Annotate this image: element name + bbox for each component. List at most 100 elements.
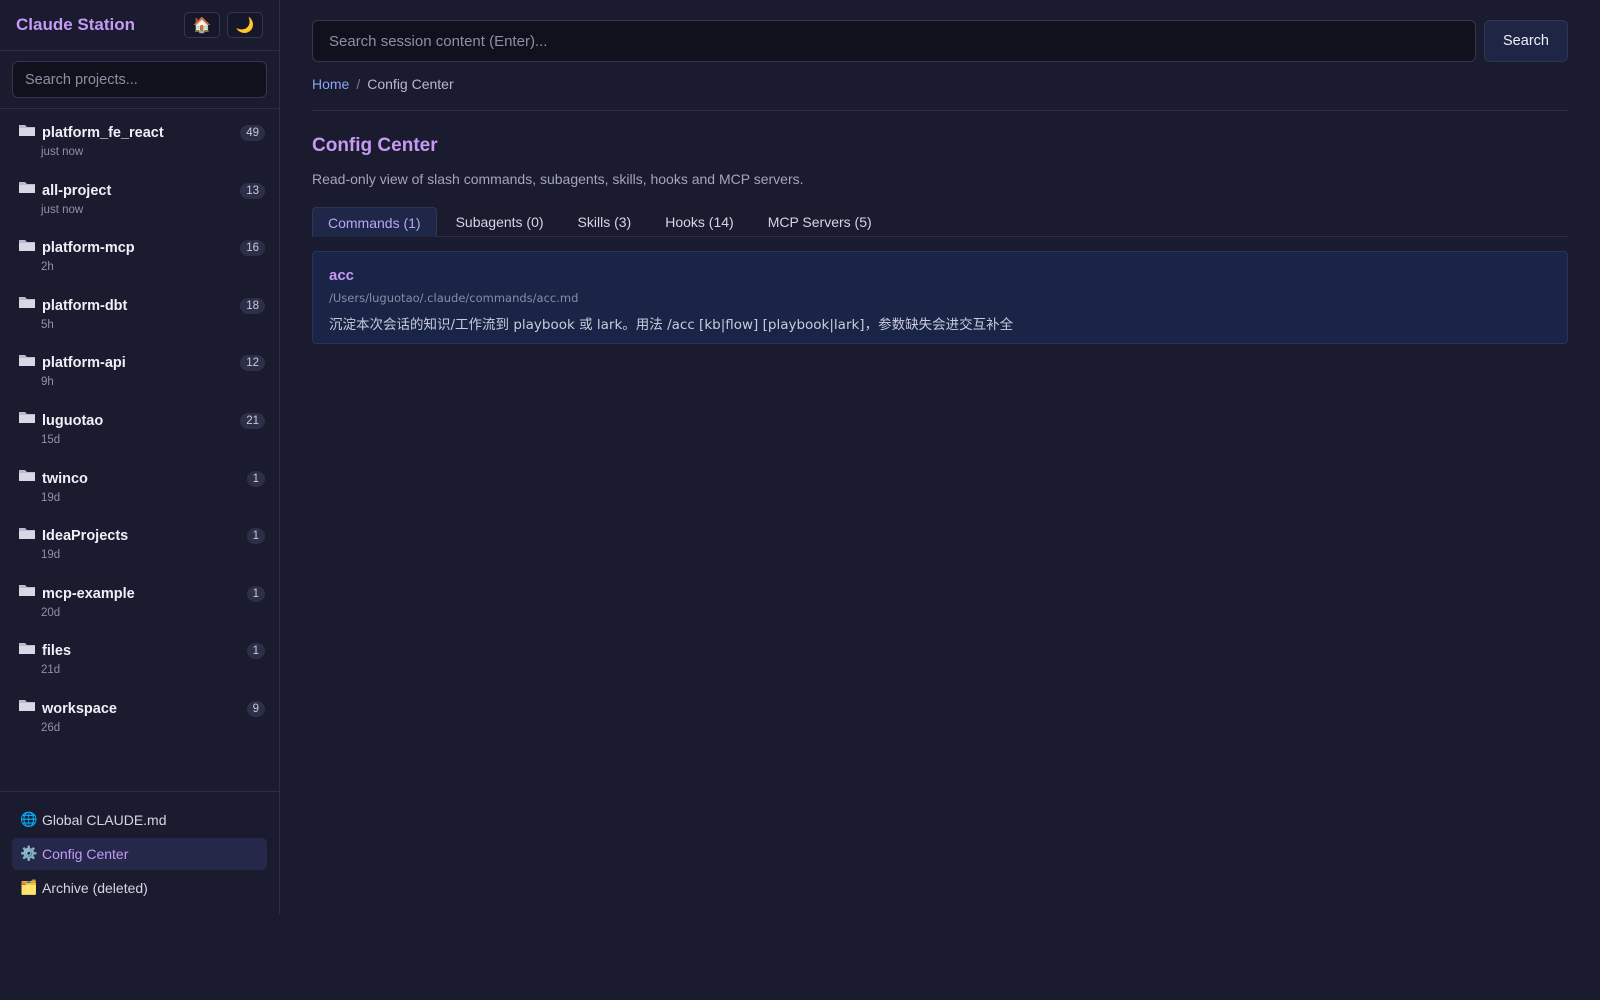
project-session-count: 18 [240,297,265,314]
project-row: twinco 1 [18,469,265,489]
project-row: files 1 [18,641,265,661]
theme-toggle-button[interactable]: 🌙 [227,12,263,38]
project-item[interactable]: platform-api 12 9h [0,345,279,403]
home-button[interactable]: 🏠 [184,12,220,38]
project-name: platform_fe_react [42,125,164,141]
folder-icon [18,470,42,487]
sidebar-footer-label: Config Center [42,846,129,862]
sidebar-footer-label: Archive (deleted) [42,880,148,896]
project-row: platform-dbt 18 [18,296,265,316]
project-name: IdeaProjects [42,528,129,545]
tab-subagents[interactable]: Subagents (0) [441,207,559,237]
tab-commands[interactable]: Commands (1) [312,207,437,237]
project-session-count: 16 [240,240,265,257]
file-cabinet-icon: 🗂️ [20,880,38,896]
command-path: /Users/luguotao/.claude/commands/acc.md [329,291,579,305]
breadcrumb: Home / Config Center [312,76,1568,111]
project-item[interactable]: platform_fe_react 49 just now [0,115,279,173]
sidebar-footer-label: Global CLAUDE.md [42,812,167,828]
project-row: platform_fe_react 49 [18,123,265,143]
project-last-active: 20d [41,606,61,619]
tab-skills[interactable]: Skills (3) [563,207,647,237]
folder-icon [18,700,42,717]
project-row: luguotao 21 [18,411,265,431]
project-session-count: 13 [240,182,265,199]
sidebar: Claude Station 🏠 🌙 platform_fe_react 49 ju… [0,0,280,914]
project-name: platform-api [42,355,126,372]
project-last-active: 2h [41,261,54,274]
project-row: IdeaProjects 1 [18,526,265,546]
command-list: acc/Users/luguotao/.claude/commands/acc.… [312,251,1568,344]
folder-icon [18,354,42,372]
session-search-input[interactable] [312,20,1476,62]
project-session-count: 1 [246,643,265,660]
globe-icon: 🌐 [20,812,38,828]
home-icon: 🏠 [192,16,212,34]
project-item[interactable]: twinco 1 19d [0,461,279,519]
folder-icon [18,642,42,660]
sidebar-footer-item[interactable]: ⚙️ Config Center [12,838,267,870]
project-item[interactable]: luguotao 21 15d [0,403,279,461]
page-description: Read-only view of slash commands, subage… [312,171,804,187]
project-name: all-project [42,182,112,199]
project-item[interactable]: all-project 13 just now [0,173,279,231]
breadcrumb-home-link[interactable]: Home [312,76,349,92]
project-last-active: 21d [41,664,61,677]
project-last-active: 15d [41,433,61,446]
project-last-active: 26d [41,721,61,734]
sidebar-footer-item[interactable]: 🌐 Global CLAUDE.md [12,804,267,836]
breadcrumb-current: Config Center [367,76,454,92]
project-last-active: just now [41,146,84,158]
project-item[interactable]: platform-dbt 18 5h [0,288,279,346]
folder-icon [18,239,42,257]
folder-icon [18,527,42,545]
project-item[interactable]: files 1 21d [0,633,279,691]
gear-icon: ⚙️ [20,846,38,862]
project-session-count: 1 [246,528,265,545]
main-content: Search Home / Config Center Config Cente… [312,20,1568,344]
tab-hooks[interactable]: Hooks (14) [650,207,748,237]
project-session-count: 1 [246,470,265,487]
project-name: platform-dbt [42,297,128,314]
project-name: luguotao [42,412,104,429]
project-item[interactable]: workspace 9 26d [0,691,279,749]
project-session-count: 12 [240,355,265,372]
project-row: platform-api 12 [18,353,265,373]
project-name: platform-mcp [42,240,135,257]
command-card: acc/Users/luguotao/.claude/commands/acc.… [312,251,1568,344]
project-item[interactable]: IdeaProjects 1 19d [0,518,279,576]
moon-icon: 🌙 [235,16,255,34]
session-search-row: Search [312,20,1568,62]
config-tabs: Commands (1) Subagents (0) Skills (3) Hooks… [312,207,1568,237]
app-title: Claude Station [16,15,136,34]
sidebar-header: Claude Station 🏠 🌙 [0,0,279,51]
project-last-active: 19d [41,549,61,562]
command-name: acc [329,267,355,284]
project-row: all-project 13 [18,181,265,201]
folder-icon [18,585,42,602]
sidebar-footer-item[interactable]: 🗂️ Archive (deleted) [12,872,267,904]
project-search-input[interactable] [12,61,267,98]
command-description: 沉淀本次会话的知识/工作流到 playbook 或 lark。用法 /acc [… [329,317,1014,333]
project-name: twinco [42,470,88,487]
project-name: workspace [42,700,117,717]
project-name: mcp-example [42,585,135,602]
project-session-count: 9 [246,700,265,717]
project-name: files [42,643,72,660]
project-row: platform-mcp 16 [18,238,265,258]
project-last-active: 19d [41,491,61,504]
project-row: mcp-example 1 [18,584,265,604]
sidebar-footer: 🌐 Global CLAUDE.md ⚙️ Config Center 🗂️ Archiv… [0,791,279,914]
project-last-active: 5h [41,318,54,331]
project-row: workspace 9 [18,699,265,719]
folder-icon [18,297,42,314]
folder-icon [18,124,42,142]
project-item[interactable]: mcp-example 1 20d [0,576,279,634]
search-button[interactable]: Search [1484,20,1568,62]
folder-icon [18,182,42,199]
project-last-active: just now [41,203,84,216]
project-item[interactable]: platform-mcp 16 2h [0,230,279,288]
page-title: Config Center [312,135,438,156]
project-session-count: 1 [246,585,265,602]
tab-mcp-servers[interactable]: MCP Servers (5) [753,207,887,237]
